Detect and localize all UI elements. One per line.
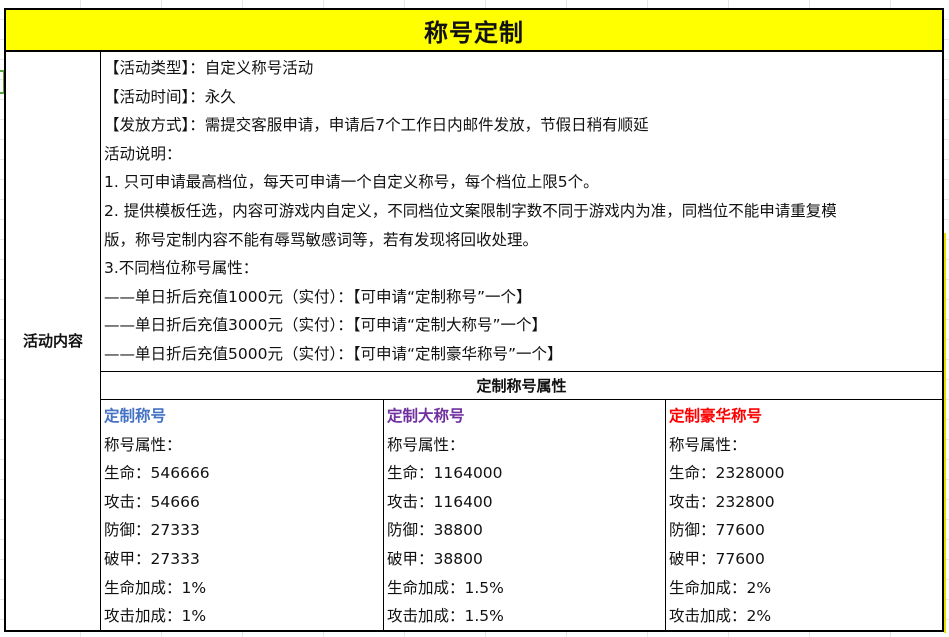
description-line: 2. 提供模板任选，内容可游戏内自定义，不同档位文案限制字数不同于游戏内为准，同…	[104, 201, 837, 220]
description-line: 3.不同档位称号属性：	[104, 259, 259, 278]
tier-attr-line: 生命加成：2%	[669, 578, 772, 597]
description-line: 版，称号定制内容不能有辱骂敏感词等，若有发现将回收处理。	[104, 230, 539, 249]
tier-attr-line: 破甲：38800	[387, 549, 483, 568]
tier-cell-basic[interactable]: 定制称号 称号属性： 生命：546666 攻击：54666 防御：27333 破…	[101, 400, 383, 630]
tier-name: 定制称号	[104, 407, 167, 425]
description-line: ——单日折后充值5000元（实付）：【可申请“定制豪华称号”一个】	[104, 344, 563, 363]
description-line: ——单日折后充值3000元（实付）：【可申请“定制大称号”一个】	[104, 316, 548, 335]
page-title[interactable]: 称号定制	[6, 10, 942, 52]
tier-columns: 定制称号 称号属性： 生命：546666 攻击：54666 防御：27333 破…	[101, 400, 942, 630]
tier-attr-line: 称号属性：	[104, 435, 182, 454]
tier-name: 定制大称号	[387, 407, 465, 425]
description-line: 【活动类型】：自定义称号活动	[104, 59, 314, 77]
tier-attr-line: 攻击加成：1.5%	[387, 607, 504, 626]
activity-table: 称号定制 活动内容 【活动类型】：自定义称号活动 【活动时间】：永久 【发放方式…	[4, 8, 944, 632]
tier-attr-line: 生命加成：1%	[104, 578, 207, 597]
tier-attr-line: 称号属性：	[669, 435, 747, 454]
tier-attr-line: 破甲：77600	[669, 549, 765, 568]
tier-attr-line: 生命：2328000	[669, 464, 785, 483]
description-line: 1. 只可申请最高档位，每天可申请一个自定义称号，每个档位上限5个。	[104, 173, 599, 192]
tier-attr-line: 称号属性：	[387, 435, 465, 454]
tier-attr-line: 攻击：54666	[104, 492, 200, 511]
tier-attr-line: 生命：1164000	[387, 464, 503, 483]
activity-content-label[interactable]: 活动内容	[6, 50, 101, 630]
activity-description-cell[interactable]: 【活动类型】：自定义称号活动 【活动时间】：永久 【发放方式】：需提交客服申请，…	[101, 50, 942, 372]
tier-attr-line: 生命加成：1.5%	[387, 578, 504, 597]
tier-cell-large[interactable]: 定制大称号 称号属性： 生命：1164000 攻击：116400 防御：3880…	[383, 400, 665, 630]
description-line: 活动说明：	[104, 144, 182, 163]
tier-attr-line: 生命：546666	[104, 464, 210, 483]
tier-attr-line: 攻击加成：1%	[104, 607, 207, 626]
description-line: 【活动时间】：永久	[104, 87, 236, 106]
description-line: 【发放方式】：需提交客服申请，申请后7个工作日内邮件发放，节假日稍有顺延	[104, 116, 649, 135]
tier-attr-line: 攻击：116400	[387, 492, 493, 511]
tier-attr-line: 防御：27333	[104, 521, 200, 540]
tier-attr-line: 防御：77600	[669, 521, 765, 540]
tier-attr-line: 破甲：27333	[104, 549, 200, 568]
tier-name: 定制豪华称号	[669, 407, 763, 425]
column-edge-marker	[944, 233, 949, 633]
tier-cell-deluxe[interactable]: 定制豪华称号 称号属性： 生命：2328000 攻击：232800 防御：776…	[665, 400, 942, 630]
title-attributes-header[interactable]: 定制称号属性	[101, 372, 942, 400]
tier-attr-line: 攻击加成：2%	[669, 607, 772, 626]
tier-attr-line: 防御：38800	[387, 521, 483, 540]
description-line: ——单日折后充值1000元（实付）：【可申请“定制称号”一个】	[104, 287, 532, 306]
tier-attr-line: 攻击：232800	[669, 492, 775, 511]
